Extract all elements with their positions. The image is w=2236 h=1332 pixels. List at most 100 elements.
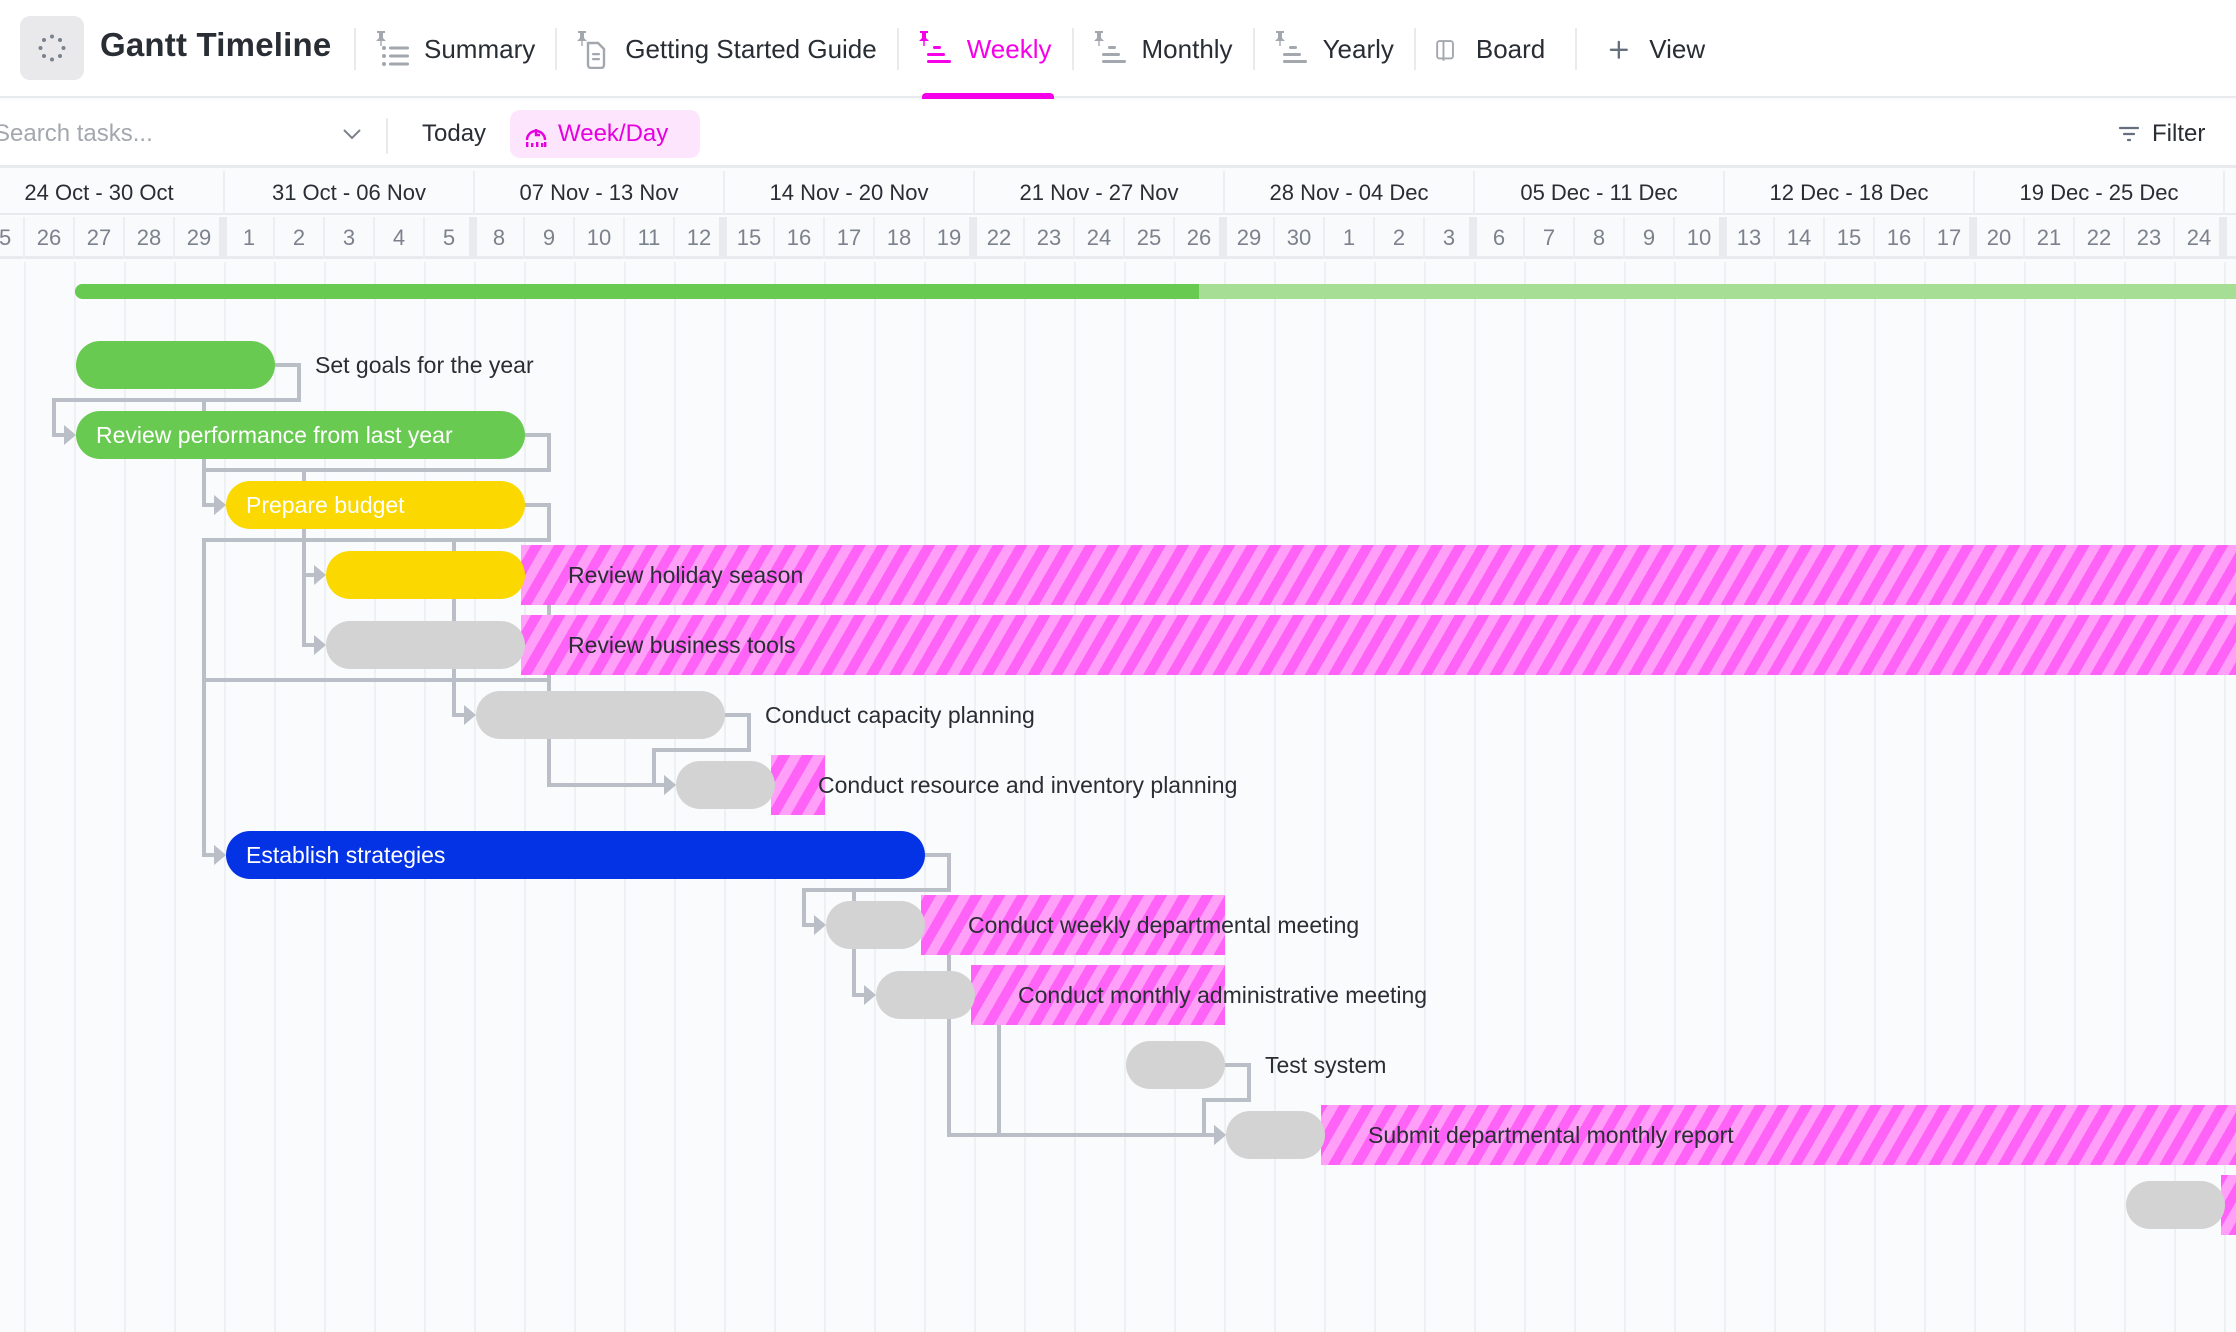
day-header-cell: 14 (1775, 217, 1825, 259)
day-header-cell: 26 (1175, 217, 1225, 259)
day-header-cell: 17 (1925, 217, 1975, 259)
task-bar[interactable] (2126, 1181, 2225, 1229)
day-header-cell: 1 (225, 217, 275, 259)
task-bar[interactable] (1226, 1111, 1325, 1159)
app-icon-button[interactable] (20, 16, 84, 80)
tab-label: Summary (424, 33, 536, 64)
grid-line (1774, 262, 1776, 1332)
active-tab-indicator (921, 93, 1054, 99)
day-header-cell: 8 (475, 217, 525, 259)
task-bar[interactable]: Review performance from last year (76, 411, 525, 459)
day-header-cell: 3 (1425, 217, 1475, 259)
grid-line (2074, 262, 2076, 1332)
grid-line (2024, 262, 2026, 1332)
tab-label: Yearly (1322, 33, 1394, 64)
task-name[interactable]: Conduct resource and inventory planning (818, 761, 1237, 809)
task-bar[interactable] (676, 761, 775, 809)
today-button[interactable]: Today (408, 114, 500, 154)
day-header-cell: 22 (2075, 217, 2125, 259)
tab-label: Getting Started Guide (625, 33, 877, 64)
day-header-cell: 30 (1275, 217, 1325, 259)
grid-line (1724, 262, 1726, 1332)
filter-icon (2118, 126, 2140, 142)
day-header-cell: 24 (2175, 217, 2225, 259)
tab-divider (1413, 28, 1416, 70)
tab-yearly[interactable]: Yearly (1252, 0, 1414, 98)
grid-line (1924, 262, 1926, 1332)
task-bar[interactable]: Prepare budget (226, 481, 525, 529)
task-bar[interactable] (1126, 1041, 1225, 1089)
tab-divider (896, 28, 899, 70)
loading-dots-icon (38, 34, 66, 62)
grid-line (574, 262, 576, 1332)
grid-line (1524, 262, 1526, 1332)
week-header-cell (2225, 171, 2236, 215)
task-name[interactable]: Submit departmental monthly report (1368, 1111, 1734, 1159)
week-header-cell: 05 Dec - 11 Dec (1475, 171, 1725, 215)
week-header-cell: 12 Dec - 18 Dec (1725, 171, 1975, 215)
chevron-down-icon[interactable] (338, 120, 366, 148)
task-name[interactable]: Conduct capacity planning (765, 691, 1035, 739)
grid-line (24, 262, 26, 1332)
filter-button[interactable]: Filter (2118, 114, 2205, 154)
task-bar[interactable] (826, 901, 925, 949)
gantt-toolbar: Today Week/Day Filter (0, 100, 2236, 168)
day-header-cell: 13 (1725, 217, 1775, 259)
tab-label: View (1649, 33, 1706, 64)
day-header-cell: 7 (1525, 217, 1575, 259)
add-view-button[interactable]: View (1575, 0, 1725, 98)
task-name[interactable]: Test system (1265, 1041, 1386, 1089)
task-name[interactable]: Conduct weekly departmental meeting (968, 901, 1359, 949)
tab-getting-started-guide[interactable]: Getting Started Guide (555, 0, 896, 98)
tab-divider (354, 28, 356, 70)
task-bar[interactable] (326, 551, 525, 599)
grid-line (2124, 262, 2126, 1332)
task-name[interactable]: Review business tools (568, 621, 796, 669)
tab-weekly[interactable]: Weekly (896, 0, 1072, 99)
grid-line (1874, 262, 1876, 1332)
grid-line (1424, 262, 1426, 1332)
tab-divider (555, 28, 558, 70)
dependency-line (452, 503, 551, 717)
task-name[interactable]: Conduct monthly administrative meeting (1018, 971, 1427, 1019)
day-header-cell: 22 (975, 217, 1025, 259)
tab-monthly[interactable]: Monthly (1071, 0, 1253, 98)
toolbar-divider (386, 118, 388, 154)
overdue-indicator (771, 755, 825, 815)
day-header-cell: 15 (1825, 217, 1875, 259)
week-header-cell: 31 Oct - 06 Nov (225, 171, 475, 215)
day-header-cell: 28 (125, 217, 175, 259)
day-header-cell (2225, 217, 2236, 259)
tab-board[interactable]: Board (1413, 0, 1565, 98)
day-header-cell: 19 (925, 217, 975, 259)
task-name[interactable]: Review holiday season (568, 551, 803, 599)
day-header-cell: 23 (1025, 217, 1075, 259)
day-header-cell: 12 (675, 217, 725, 259)
timescale-label: Week/Day (558, 120, 669, 147)
day-header-cell: 24 (1075, 217, 1125, 259)
day-header-cell: 9 (1625, 217, 1675, 259)
task-bar[interactable] (476, 691, 725, 739)
day-header-cell: 16 (775, 217, 825, 259)
tab-label: Board (1475, 33, 1546, 64)
task-name[interactable]: Set goals for the year (315, 341, 534, 389)
week-header-row: 24 Oct - 30 Oct 31 Oct - 06 Nov 07 Nov - 1… (0, 171, 2236, 215)
task-bar[interactable] (76, 341, 275, 389)
grid-line (1624, 262, 1626, 1332)
search-input[interactable] (0, 114, 366, 154)
dependency-line (525, 573, 666, 787)
task-bar[interactable] (326, 621, 525, 669)
day-header-cell: 10 (575, 217, 625, 259)
day-header-cell: 2 (275, 217, 325, 259)
timescale-button[interactable]: Week/Day (510, 110, 700, 158)
day-header-cell: 10 (1675, 217, 1725, 259)
task-bar[interactable] (876, 971, 975, 1019)
tab-summary[interactable]: Summary (354, 0, 555, 98)
grid-line (1324, 262, 1326, 1332)
day-header-cell: 17 (825, 217, 875, 259)
pinned-gantt-icon (1093, 31, 1126, 63)
tab-divider (1071, 28, 1074, 70)
day-header-cell: 1 (1325, 217, 1375, 259)
grid-line (1824, 262, 1826, 1332)
task-bar[interactable]: Establish strategies (226, 831, 925, 879)
